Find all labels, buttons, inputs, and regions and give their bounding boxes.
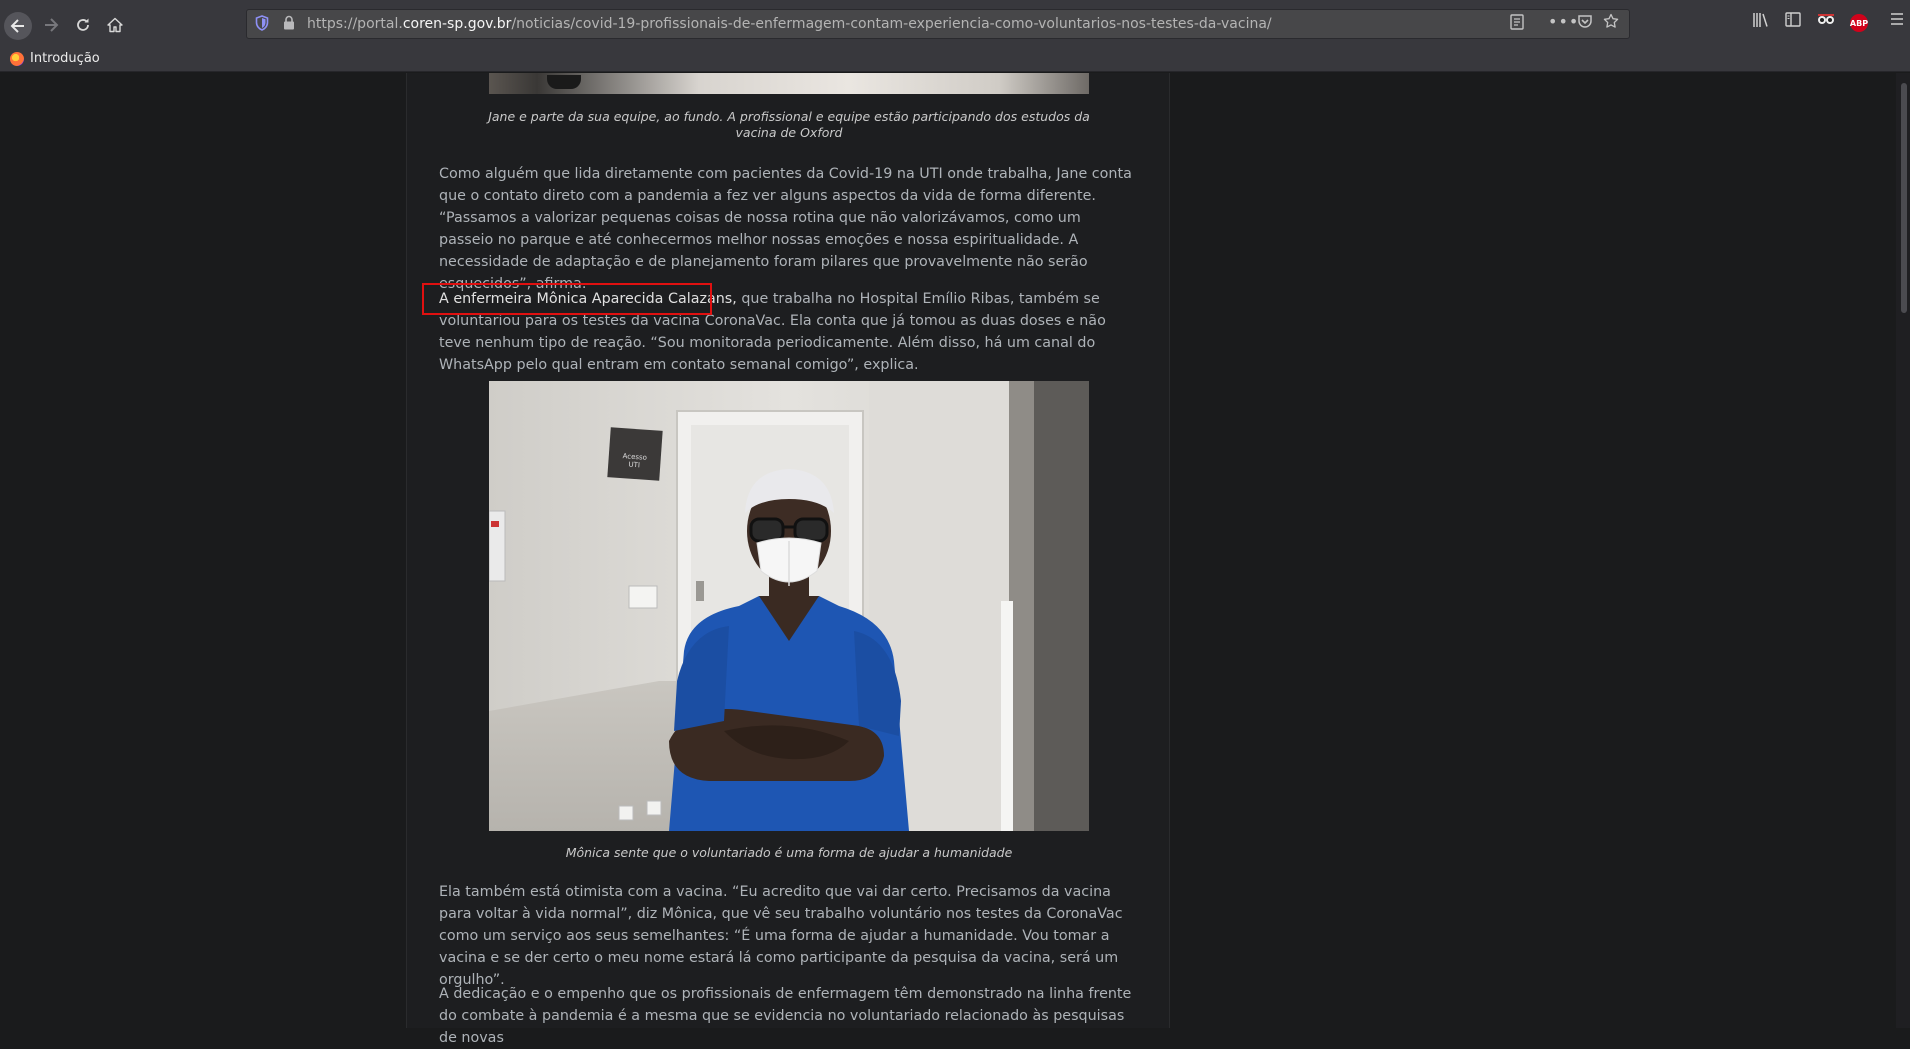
library-icon[interactable]	[1752, 12, 1770, 32]
monica-photo: Acesso UTI	[489, 381, 1089, 831]
browser-toolbar: https://portal.coren-sp.gov.br/noticias/…	[0, 0, 1910, 48]
monica-photo-drawing: Acesso UTI	[489, 381, 1089, 831]
bookmark-label: Introdução	[30, 51, 100, 66]
back-arrow-icon[interactable]	[4, 12, 32, 40]
scrollbar-thumb[interactable]	[1901, 83, 1907, 313]
bookmarks-bar: Introdução	[0, 48, 1910, 72]
adblock-icon[interactable]: ABP	[1850, 14, 1868, 32]
team-photo-partial	[489, 73, 1089, 94]
article-content: Jane e parte da sua equipe, ao fundo. A …	[406, 73, 1170, 1046]
url-bar[interactable]: https://portal.coren-sp.gov.br/noticias/…	[246, 9, 1630, 39]
extension-icon[interactable]	[1817, 12, 1835, 30]
paragraph-jane: Como alguém que lida diretamente com pac…	[439, 166, 1132, 292]
sidebar-icon[interactable]	[1785, 12, 1801, 31]
red-highlight-box	[422, 283, 712, 315]
paragraph-dedication: A dedicação e o empenho que os profissio…	[439, 986, 1132, 1046]
bookmark-introducao[interactable]: Introdução	[10, 51, 100, 66]
photo-caption-monica: Mônica sente que o voluntariado é uma fo…	[565, 845, 1013, 860]
more-icon[interactable]: •••	[1548, 12, 1579, 31]
firefox-icon	[10, 51, 24, 66]
pocket-icon[interactable]	[1577, 14, 1593, 33]
shield-icon[interactable]	[255, 15, 271, 33]
star-icon[interactable]	[1603, 13, 1619, 33]
home-icon[interactable]	[102, 12, 128, 38]
forward-arrow-icon[interactable]	[38, 12, 64, 38]
lock-icon[interactable]	[283, 15, 295, 34]
svg-text:UTI: UTI	[628, 461, 640, 470]
photo-caption-jane: Jane e parte da sua equipe, ao fundo. A …	[488, 109, 1090, 140]
url-text[interactable]: https://portal.coren-sp.gov.br/noticias/…	[307, 16, 1272, 32]
reader-view-icon[interactable]	[1510, 14, 1524, 34]
web-page: Jane e parte da sua equipe, ao fundo. A …	[0, 73, 1910, 1046]
paragraph-optimism: Ela também está otimista com a vacina. “…	[439, 884, 1123, 988]
photo-detail	[547, 75, 581, 89]
menu-icon[interactable]	[1890, 12, 1904, 30]
page-scrollbar[interactable]	[1896, 73, 1910, 1028]
reload-icon[interactable]	[70, 12, 96, 38]
